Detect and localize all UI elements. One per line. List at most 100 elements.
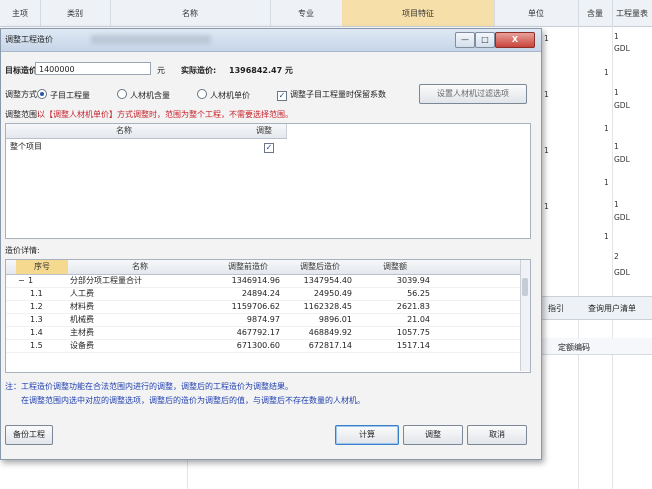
bg-cell: GDL: [614, 101, 630, 110]
radio-unchecked-icon: [197, 89, 207, 99]
bg-cell: 1: [544, 202, 549, 211]
scope-row-checkbox[interactable]: ✓: [264, 141, 277, 153]
row-before: 671300.60: [236, 341, 280, 350]
bg-cell: GDL: [614, 44, 630, 53]
table-row[interactable]: 1.3 机械费 9874.97 9896.01 21.04: [6, 314, 520, 327]
row-diff: 21.04: [407, 315, 430, 324]
bg-cell: GDL: [614, 213, 630, 222]
row-after: 1347954.40: [303, 276, 352, 285]
row-before: 24894.24: [241, 289, 280, 298]
method-option-unit-price[interactable]: 人材机单价: [197, 89, 250, 101]
bg-cell: 1: [604, 178, 609, 187]
row-diff: 56.25: [407, 289, 430, 298]
row-diff: 3039.94: [396, 276, 430, 285]
keep-coefficient-checkbox[interactable]: ✓ 调整子目工程量时保留系数: [277, 89, 386, 101]
detail-header-name[interactable]: 名称: [68, 260, 213, 275]
expand-icon[interactable]: −: [18, 275, 25, 287]
bg-divider: [187, 458, 188, 489]
table-row[interactable]: − 1 分部分项工程量合计 1346914.96 1347954.40 3039…: [6, 275, 520, 288]
row-no: 1.3: [30, 315, 43, 324]
bg-header-col[interactable]: 工程量表: [612, 0, 652, 26]
close-icon[interactable]: X: [495, 32, 535, 48]
scope-header-adjust[interactable]: 调整: [242, 124, 287, 139]
dialog-titlebar[interactable]: 调整工程造价 — □ X: [1, 29, 541, 52]
bg-cell: 1: [614, 142, 619, 151]
calculate-button[interactable]: 计算: [335, 425, 399, 445]
bg-divider: [578, 26, 579, 489]
bg-cell: 1: [614, 32, 619, 41]
row-diff: 1517.14: [396, 341, 430, 350]
bg-cell: GDL: [614, 268, 630, 277]
row-no: 1.5: [30, 341, 43, 350]
bg-header-col[interactable]: 主项: [0, 0, 41, 26]
bg-tabbar: 指引 查询用户清单: [540, 296, 652, 320]
set-filter-options-button[interactable]: 设置人材机过滤选项: [419, 84, 527, 104]
bg-cell: 1: [614, 200, 619, 209]
bg-header-col[interactable]: 含量: [578, 0, 613, 26]
bg-header-col[interactable]: 项目特征: [342, 0, 495, 26]
row-after: 672817.14: [308, 341, 352, 350]
actual-cost-label: 实际造价:: [181, 66, 217, 75]
bg-cell: 1: [614, 88, 619, 97]
detail-scrollbar[interactable]: [520, 260, 530, 371]
row-after: 468849.92: [308, 328, 352, 337]
cost-detail-label: 造价详情:: [5, 246, 40, 255]
adjust-cost-dialog: 调整工程造价 — □ X 目标造价: 1400000 元 实际造价: 13968…: [0, 28, 542, 460]
tab-query-user-list[interactable]: 查询用户清单: [588, 303, 636, 314]
bg-cell: GDL: [614, 155, 630, 164]
checkbox-checked-icon: ✓: [264, 143, 274, 153]
row-after: 9896.01: [318, 315, 352, 324]
scope-header-name[interactable]: 名称: [6, 124, 243, 139]
bg-cell: 1: [544, 34, 549, 43]
bg-cell: 1: [604, 68, 609, 77]
scope-grid: 名称 调整 整个项目 ✓: [5, 123, 531, 239]
bg-header-col[interactable]: 名称: [110, 0, 271, 26]
bg-cell: 1: [604, 124, 609, 133]
row-before: 1159706.62: [231, 302, 280, 311]
detail-header-after[interactable]: 调整后造价: [284, 260, 357, 275]
bg-cell: 1: [544, 90, 549, 99]
bg-header-col[interactable]: 类别: [40, 0, 111, 26]
scrollbar-thumb[interactable]: [522, 278, 528, 296]
bg-cell: 2: [614, 252, 619, 261]
cancel-button[interactable]: 取消: [467, 425, 527, 445]
row-after: 1162328.45: [303, 302, 352, 311]
bg-divider: [612, 26, 613, 489]
detail-header-no[interactable]: 序号: [16, 260, 69, 275]
minimize-icon[interactable]: —: [455, 32, 475, 48]
row-name: 机械费: [70, 315, 94, 324]
bg-cell: 1: [544, 146, 549, 155]
cost-detail-grid: 序号 名称 调整前造价 调整后造价 调整额 − 1 分部分项工程量合计 1346…: [5, 259, 531, 373]
adjust-method-label: 调整方式:: [5, 90, 40, 99]
method-option-content[interactable]: 人材机含量: [117, 89, 170, 101]
maximize-icon[interactable]: □: [475, 32, 495, 48]
detail-header-before[interactable]: 调整前造价: [212, 260, 285, 275]
detail-header-blank: [434, 260, 521, 275]
table-row[interactable]: 1.5 设备费 671300.60 672817.14 1517.14: [6, 340, 520, 353]
row-name: 主材费: [70, 328, 94, 337]
backup-project-button[interactable]: 备份工程: [5, 425, 53, 445]
row-name: 材料费: [70, 302, 94, 311]
table-row[interactable]: 1.1 人工费 24894.24 24950.49 56.25: [6, 288, 520, 301]
table-row[interactable]: 1.4 主材费 467792.17 468849.92 1057.75: [6, 327, 520, 340]
bg-header-col[interactable]: 单位: [494, 0, 579, 26]
checkbox-checked-icon: ✓: [277, 91, 287, 101]
detail-header-diff[interactable]: 调整额: [356, 260, 435, 275]
code-column-label: 定额编码: [558, 343, 590, 352]
tab-index[interactable]: 指引: [548, 303, 564, 314]
row-before: 467792.17: [236, 328, 280, 337]
background-grid-header: 主项 类别 名称 专业 项目特征 单位 含量 工程量表: [0, 0, 652, 27]
note-line-1: 工程造价调整功能在合法范围内进行的调整，调整后的工程造价为调整结果。: [21, 382, 293, 391]
bg-header-col[interactable]: 专业: [270, 0, 343, 26]
row-diff: 1057.75: [396, 328, 430, 337]
scope-note: 以【调整人材机单价】方式调整时，范围为整个工程，不需要选择范围。: [37, 110, 293, 119]
dialog-title: 调整工程造价: [5, 35, 53, 44]
row-after: 24950.49: [313, 289, 352, 298]
target-cost-input[interactable]: 1400000: [35, 62, 151, 75]
row-no: 1: [28, 276, 34, 285]
row-name: 分部分项工程量合计: [70, 276, 142, 285]
table-row[interactable]: 1.2 材料费 1159706.62 1162328.45 2621.83: [6, 301, 520, 314]
note-line-2: 在调整范围内选中对应的调整选项，调整后的造价为调整后的值，与调整后不存在数量的人…: [21, 396, 365, 405]
adjust-button[interactable]: 调整: [403, 425, 463, 445]
method-option-quantity[interactable]: 子目工程量: [37, 89, 90, 101]
